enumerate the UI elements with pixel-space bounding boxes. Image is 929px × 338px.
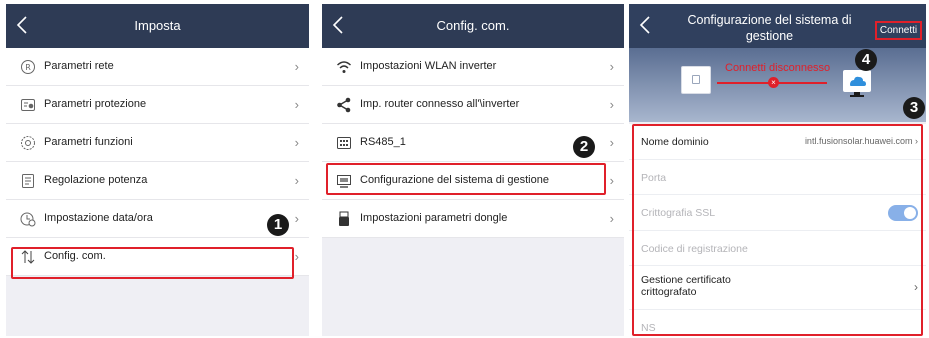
list-item-parametri-protezione[interactable]: Parametri protezione ›	[6, 86, 309, 124]
list-item-label: Parametri funzioni	[44, 136, 133, 148]
step-badge-3: 3	[903, 97, 925, 119]
chevron-right-icon: ›	[294, 211, 299, 226]
chevron-right-icon: ›	[294, 249, 299, 264]
page-title: Imposta	[134, 18, 181, 33]
header-bar: Imposta	[6, 4, 309, 48]
list-item-regolazione-potenza[interactable]: Regolazione potenza ›	[6, 162, 309, 200]
share-icon	[336, 97, 352, 113]
page-title: Configurazione del sistema di gestione	[687, 13, 852, 43]
list-item-parametri-funzioni[interactable]: Parametri funzioni ›	[6, 124, 309, 162]
list-item-label: Impostazione data/ora	[44, 212, 153, 224]
svg-text:R: R	[25, 63, 31, 72]
highlight-box	[326, 163, 606, 195]
page-title: Config. com.	[436, 18, 510, 33]
list-item-impostazione-data-ora[interactable]: Impostazione data/ora ›	[6, 200, 309, 238]
wifi-icon	[336, 59, 352, 75]
inverter-device-icon	[681, 66, 711, 94]
list-item-label: RS485_1	[360, 136, 406, 148]
header-bar: Config. com.	[322, 4, 624, 48]
list-item-label: Impostazioni WLAN inverter	[360, 60, 497, 72]
imposta-screen: Imposta R Parametri rete › Parametri pro…	[6, 4, 309, 336]
disconnected-icon: ×	[768, 77, 779, 88]
chevron-right-icon: ›	[294, 59, 299, 74]
back-arrow-icon[interactable]	[635, 14, 657, 36]
connection-status: Connetti disconnesso	[725, 62, 831, 74]
chevron-right-icon: ›	[609, 173, 614, 188]
chevron-right-icon: ›	[609, 211, 614, 226]
chevron-right-icon: ›	[609, 59, 614, 74]
list-item-wlan[interactable]: Impostazioni WLAN inverter ›	[322, 48, 624, 86]
list-item-label: Impostazioni parametri dongle	[360, 212, 508, 224]
chevron-right-icon: ›	[294, 173, 299, 188]
connect-button[interactable]: Connetti	[875, 21, 922, 40]
management-system-screen: Configurazione del sistema di gestione C…	[629, 4, 926, 336]
highlight-box	[11, 247, 294, 279]
config-com-screen: Config. com. Impostazioni WLAN inverter …	[322, 4, 624, 336]
step-badge-4: 4	[855, 49, 877, 71]
list-item-router[interactable]: Imp. router connesso all'\inverter ›	[322, 86, 624, 124]
chevron-right-icon: ›	[609, 97, 614, 112]
rs485-icon	[336, 135, 352, 151]
chevron-right-icon: ›	[294, 135, 299, 150]
network-params-icon: R	[20, 59, 36, 75]
list-item-label: Parametri rete	[44, 60, 114, 72]
power-doc-icon	[20, 173, 36, 189]
list-item-label: Regolazione potenza	[44, 174, 148, 186]
step-badge-1: 1	[267, 214, 289, 236]
highlight-box	[632, 124, 923, 336]
protection-icon	[20, 97, 36, 113]
list-item-parametri-rete[interactable]: R Parametri rete ›	[6, 48, 309, 86]
chevron-right-icon: ›	[609, 135, 614, 150]
chevron-right-icon: ›	[294, 97, 299, 112]
header-bar: Configurazione del sistema di gestione C…	[629, 4, 926, 122]
list-item-label: Imp. router connesso all'\inverter	[360, 98, 520, 110]
list-item-label: Parametri protezione	[44, 98, 147, 110]
list-item-dongle[interactable]: Impostazioni parametri dongle ›	[322, 200, 624, 238]
settings-list: R Parametri rete › Parametri protezione …	[6, 48, 309, 276]
dongle-icon	[336, 211, 352, 227]
clock-icon	[20, 211, 36, 227]
cloud-server-icon	[843, 70, 871, 98]
function-gear-icon	[20, 135, 36, 151]
step-badge-2: 2	[573, 136, 595, 158]
